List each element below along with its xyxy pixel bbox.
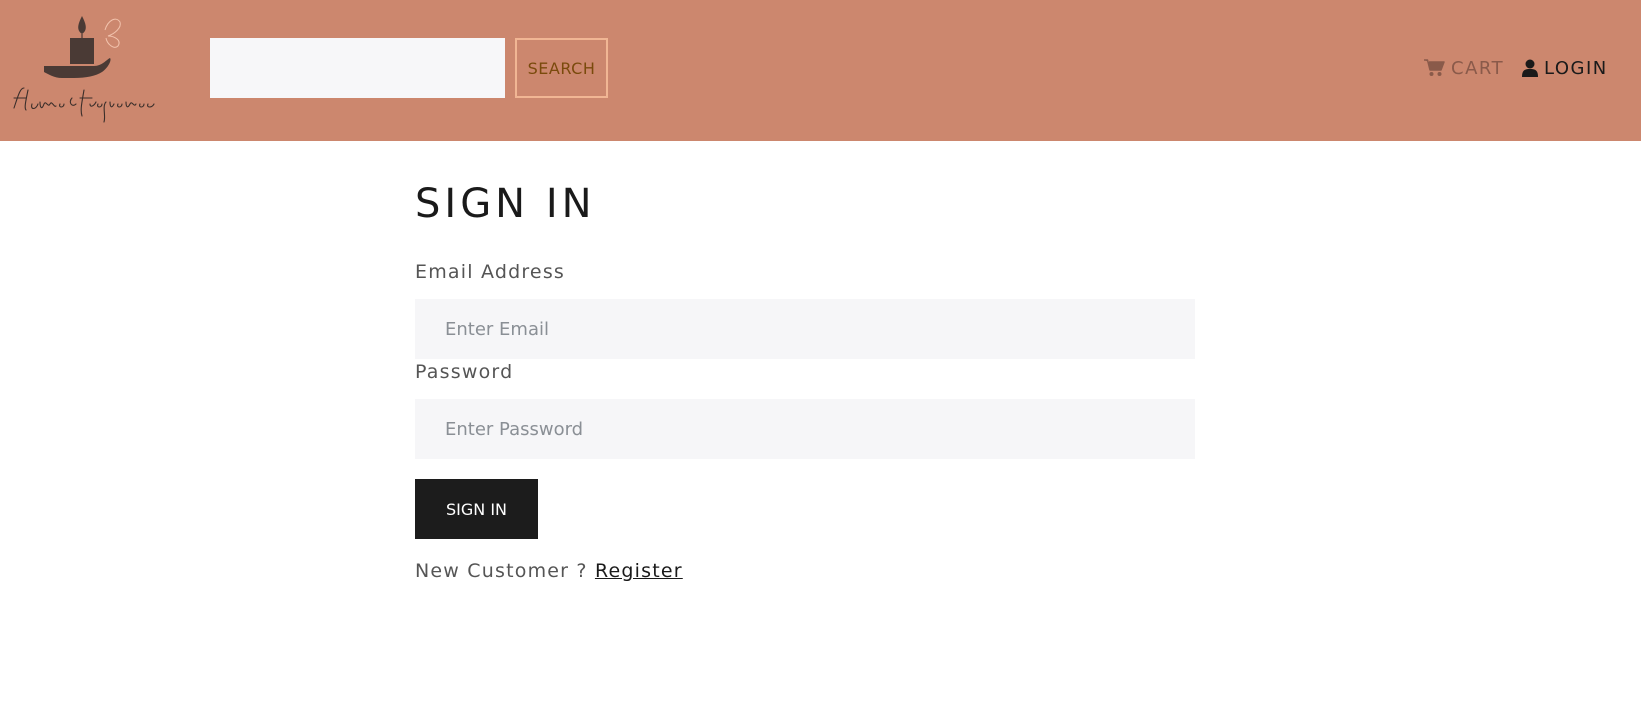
candle-in-hand-logo-icon: [13, 16, 155, 123]
cart-icon: [1424, 59, 1445, 77]
nav-cart-label: CART: [1451, 57, 1505, 79]
nav-cart-link[interactable]: CART: [1424, 56, 1504, 80]
nav-login-link[interactable]: LOGIN: [1522, 56, 1608, 80]
page-title: SIGN IN: [415, 181, 596, 227]
nav-login-label: LOGIN: [1544, 57, 1608, 79]
register-link[interactable]: Register: [595, 560, 683, 582]
new-customer-text: New Customer ?: [415, 560, 595, 582]
site-logo[interactable]: [10, 12, 160, 124]
search-button[interactable]: SEARCH: [515, 38, 608, 98]
site-header: SEARCH CART LOGIN: [0, 0, 1641, 141]
email-label: Email Address: [415, 261, 566, 283]
sign-in-button[interactable]: SIGN IN: [415, 479, 538, 539]
search-input[interactable]: [210, 38, 505, 98]
email-field[interactable]: [415, 299, 1195, 359]
password-field[interactable]: [415, 399, 1195, 459]
user-icon: [1522, 59, 1538, 77]
new-customer-prompt: New Customer ? Register: [415, 560, 683, 582]
password-label: Password: [415, 361, 514, 383]
